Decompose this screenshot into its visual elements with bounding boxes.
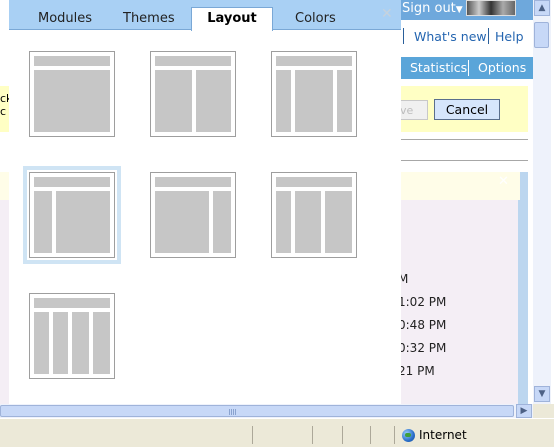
secondary-nav: Statistics Options [396, 57, 533, 79]
nav-help[interactable]: Help [495, 29, 524, 44]
list-item-time: 1:02 PM [398, 295, 447, 309]
layout-column-block [53, 312, 68, 374]
security-zone[interactable]: Internet [402, 426, 467, 444]
horizontal-scroll-thumb[interactable] [0, 405, 514, 417]
layout-two-column-narrow-right[interactable] [150, 172, 236, 258]
layout-column-block [276, 191, 291, 253]
layout-column-block [56, 191, 110, 253]
avatar[interactable] [466, 0, 516, 16]
list-item-time: 0:48 PM [398, 318, 447, 332]
layout-three-column-wide-center[interactable] [271, 51, 357, 137]
layout-column-block [295, 191, 321, 253]
layout-column-block [155, 70, 192, 132]
page-edge [0, 200, 9, 404]
nav-divider [488, 28, 489, 44]
list-item-time: 21 PM [398, 364, 435, 378]
layout-header-block [155, 177, 231, 187]
header-bar: Sign out▼ [396, 0, 533, 20]
sign-out-link[interactable]: Sign out▼ [402, 1, 463, 16]
layout-column-block [325, 191, 352, 253]
layout-popup: Modules Themes Layout Colors ✕ [9, 0, 401, 404]
grip-icon [229, 409, 237, 415]
layout-two-column-wide-right[interactable] [150, 51, 236, 137]
layout-column-block [196, 70, 231, 132]
layout-column-block [34, 191, 52, 253]
layout-column-block [276, 70, 291, 132]
nav-divider [468, 60, 469, 76]
layout-one-column[interactable] [29, 51, 115, 137]
tab-themes[interactable]: Themes [123, 11, 175, 26]
tab-layout[interactable]: Layout [191, 7, 273, 31]
layout-header-block [276, 56, 352, 66]
layout-header-block [276, 177, 352, 187]
layout-two-column-narrow-left[interactable] [23, 166, 121, 264]
tab-strip: Modules Themes Layout Colors ✕ [9, 0, 401, 31]
close-icon[interactable]: ✕ [381, 6, 393, 22]
horizontal-scrollbar[interactable] [0, 404, 533, 418]
layout-header-block [155, 56, 231, 66]
globe-icon [402, 428, 415, 442]
layout-column-block [34, 70, 110, 132]
list-item-time: 0:32 PM [398, 341, 447, 355]
scroll-up-arrow-icon[interactable]: ▲ [534, 0, 550, 16]
primary-nav: What's new Help [396, 26, 533, 48]
layout-column-block [337, 70, 352, 132]
layout-column-block [93, 312, 110, 374]
vertical-scroll-thumb[interactable] [534, 22, 549, 48]
scroll-right-arrow-icon[interactable]: ▶ [516, 404, 532, 418]
layout-header-block [34, 298, 110, 308]
sign-out-label: Sign out [402, 1, 456, 16]
nav-statistics[interactable]: Statistics [410, 60, 467, 75]
tab-modules[interactable]: Modules [38, 11, 92, 26]
text-field[interactable] [400, 139, 528, 161]
layout-column-block [295, 70, 333, 132]
status-cell [370, 426, 394, 444]
layout-header-block [34, 177, 110, 187]
layout-column-block [34, 312, 49, 374]
nav-whats-new[interactable]: What's new [414, 29, 487, 44]
layout-column-block [155, 191, 209, 253]
layout-three-column-wide-right[interactable] [271, 172, 357, 258]
layout-header-block [34, 56, 110, 66]
layout-column-block [213, 191, 231, 253]
layout-column-block [72, 312, 89, 374]
close-icon[interactable]: ✕ [498, 174, 509, 189]
cancel-button[interactable]: Cancel [434, 99, 500, 120]
chevron-down-icon: ▼ [455, 5, 463, 15]
status-cell [342, 426, 370, 444]
status-cell [252, 426, 312, 444]
scroll-down-arrow-icon[interactable]: ▼ [534, 386, 550, 402]
save-button[interactable]: ve [398, 100, 428, 120]
status-cell [312, 426, 342, 444]
tab-colors[interactable]: Colors [295, 11, 336, 26]
scrollbar-corner [533, 404, 554, 418]
nav-divider [403, 28, 404, 44]
nav-options[interactable]: Options [478, 60, 526, 75]
status-bar: Internet [0, 418, 554, 447]
layout-four-column[interactable] [29, 293, 115, 379]
zone-label: Internet [419, 428, 467, 442]
vertical-scrollbar[interactable]: ▲ ▼ [533, 0, 551, 404]
